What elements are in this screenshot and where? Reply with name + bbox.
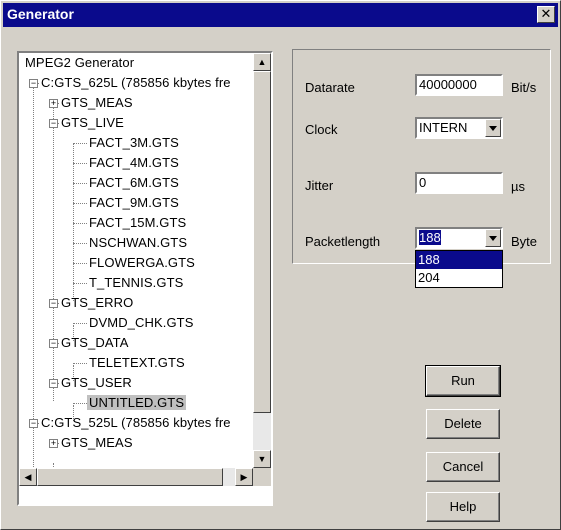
jitter-field[interactable]: 0 (415, 172, 503, 194)
scroll-left-icon[interactable]: ◀ (19, 468, 37, 486)
tree-folder[interactable]: GTS_DATA (59, 333, 131, 353)
vertical-scrollbar[interactable]: ▲ ▼ (253, 53, 271, 468)
clock-label: Clock (305, 122, 338, 137)
tree-root[interactable]: MPEG2 Generator (23, 53, 136, 73)
tree-file[interactable]: T_TENNIS.GTS (87, 273, 185, 293)
tree-file[interactable]: NSCHWAN.GTS (87, 233, 189, 253)
close-icon[interactable]: ✕ (537, 6, 555, 23)
tree-folder[interactable]: GTS_MEAS (59, 93, 135, 113)
tree-file-selected[interactable]: UNTITLED.GTS (87, 393, 187, 413)
tree-drive[interactable]: C:GTS_625L (785856 kbytes fre (39, 73, 233, 93)
packetlength-unit: Byte (511, 234, 538, 249)
delete-button[interactable]: Delete (426, 409, 500, 439)
clock-select[interactable]: INTERN (415, 117, 503, 139)
file-tree[interactable]: − + − − − − − + MPEG2 Generator C:GTS_62… (17, 51, 273, 506)
dropdown-option[interactable]: 204 (416, 269, 502, 287)
tree-file[interactable]: FACT_3M.GTS (87, 133, 181, 153)
tree-folder[interactable]: GTS_USER (59, 373, 134, 393)
cancel-button[interactable]: Cancel (426, 452, 500, 482)
collapse-icon[interactable]: − (49, 379, 58, 388)
datarate-unit: Bit/s (511, 80, 537, 95)
scrollbar-corner (253, 468, 271, 486)
tree-file[interactable]: DVMD_CHK.GTS (87, 313, 196, 333)
packetlength-label: Packetlength (305, 234, 381, 249)
dropdown-option[interactable]: 188 (416, 251, 502, 269)
tree-file[interactable]: FACT_15M.GTS (87, 213, 188, 233)
collapse-icon[interactable]: − (49, 119, 58, 128)
clock-value: INTERN (419, 120, 468, 135)
tree-folder[interactable]: GTS_MEAS (59, 433, 135, 453)
tree-file[interactable]: FACT_9M.GTS (87, 193, 181, 213)
jitter-value: 0 (419, 175, 427, 190)
tree-folder[interactable]: GTS_LIVE (59, 113, 126, 133)
generator-window: Generator ✕ − + − − − − − + MPEG2 Genera… (0, 0, 561, 530)
jitter-unit: µs (511, 179, 525, 194)
tree-file[interactable]: TELETEXT.GTS (87, 353, 187, 373)
horizontal-scroll-thumb[interactable] (37, 468, 223, 486)
run-button[interactable]: Run (425, 365, 501, 397)
datarate-label: Datarate (305, 80, 355, 95)
tree-file[interactable]: FACT_4M.GTS (87, 153, 181, 173)
chevron-down-icon[interactable] (485, 119, 501, 137)
vertical-scroll-thumb[interactable] (253, 71, 271, 413)
scroll-down-icon[interactable]: ▼ (253, 450, 271, 468)
title-bar[interactable]: Generator ✕ (3, 3, 558, 27)
datarate-value: 40000000 (419, 77, 477, 92)
packetlength-dropdown[interactable]: 188 204 (415, 250, 503, 288)
help-button[interactable]: Help (426, 492, 500, 522)
jitter-label: Jitter (305, 178, 334, 193)
tree-drive[interactable]: C:GTS_525L (785856 kbytes fre (39, 413, 233, 433)
collapse-icon[interactable]: − (29, 419, 38, 428)
tree-content: − + − − − − − + MPEG2 Generator C:GTS_62… (19, 53, 253, 468)
datarate-field[interactable]: 40000000 (415, 74, 503, 96)
collapse-icon[interactable]: − (49, 299, 58, 308)
chevron-down-icon[interactable] (485, 229, 501, 247)
packetlength-value: 188 (419, 230, 441, 245)
packetlength-select[interactable]: 188 (415, 227, 503, 249)
expand-icon[interactable]: + (49, 439, 58, 448)
scroll-right-icon[interactable]: ▶ (235, 468, 253, 486)
tree-folder[interactable]: GTS_ERRO (59, 293, 135, 313)
tree-file[interactable]: FLOWERGA.GTS (87, 253, 197, 273)
horizontal-scrollbar[interactable]: ◀ ▶ (19, 468, 253, 486)
window-title: Generator (7, 6, 74, 22)
collapse-icon[interactable]: − (29, 79, 38, 88)
scroll-up-icon[interactable]: ▲ (253, 53, 271, 71)
expand-icon[interactable]: + (49, 99, 58, 108)
tree-file[interactable]: FACT_6M.GTS (87, 173, 181, 193)
collapse-icon[interactable]: − (49, 339, 58, 348)
